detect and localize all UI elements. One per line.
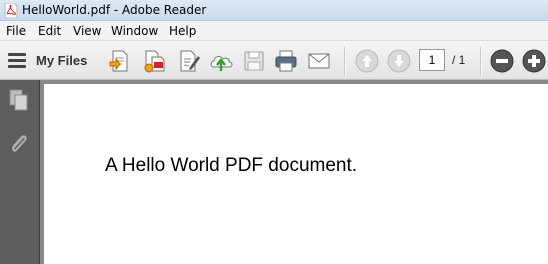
pdf-file-icon bbox=[4, 3, 18, 18]
print-icon[interactable] bbox=[273, 48, 299, 74]
attachments-icon[interactable] bbox=[7, 132, 31, 156]
page-thumbnails-icon[interactable] bbox=[7, 88, 31, 112]
toolbar-separator bbox=[344, 47, 346, 75]
toolbar: My Files 1 / 1 bbox=[0, 41, 548, 80]
my-files-button[interactable]: My Files bbox=[36, 53, 87, 68]
save-icon[interactable] bbox=[241, 48, 267, 74]
sign-icon[interactable] bbox=[176, 48, 202, 74]
menu-view[interactable]: View bbox=[73, 24, 101, 38]
toolbar-separator bbox=[480, 47, 482, 75]
menu-edit[interactable]: Edit bbox=[38, 24, 61, 38]
combine-files-icon[interactable] bbox=[142, 48, 168, 74]
title-bar: HelloWorld.pdf - Adobe Reader bbox=[0, 0, 548, 21]
menu-bar: File Edit View Window Help bbox=[0, 21, 548, 41]
document-text: A Hello World PDF document. bbox=[105, 155, 358, 176]
navigation-sidebar bbox=[0, 80, 40, 264]
create-pdf-icon[interactable] bbox=[107, 48, 133, 74]
zoom-out-icon[interactable] bbox=[489, 48, 515, 74]
page-total: / 1 bbox=[452, 53, 466, 67]
next-page-icon[interactable] bbox=[386, 48, 412, 74]
page-number-input[interactable]: 1 bbox=[419, 49, 445, 71]
menu-file[interactable]: File bbox=[6, 24, 26, 38]
previous-page-icon[interactable] bbox=[354, 48, 380, 74]
menu-icon[interactable] bbox=[8, 53, 26, 69]
window-title: HelloWorld.pdf - Adobe Reader bbox=[22, 3, 207, 17]
menu-help[interactable]: Help bbox=[169, 24, 196, 38]
email-icon[interactable] bbox=[306, 48, 332, 74]
upload-cloud-icon[interactable] bbox=[208, 48, 234, 74]
menu-window[interactable]: Window bbox=[111, 24, 158, 38]
zoom-in-icon[interactable] bbox=[521, 48, 547, 74]
